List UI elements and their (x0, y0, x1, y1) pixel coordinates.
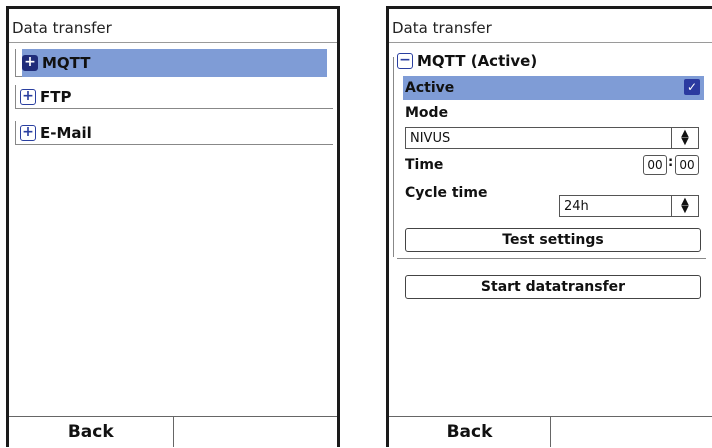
start-datatransfer-button[interactable]: Start datatransfer (405, 275, 701, 299)
active-checkbox[interactable]: ✓ (684, 79, 700, 95)
plus-box-icon[interactable]: + (22, 55, 38, 71)
mode-select[interactable]: NIVUS ▲ ▼ (405, 127, 699, 149)
softkey-right[interactable] (174, 417, 338, 447)
tree-item-label: FTP (40, 88, 72, 106)
tree-item-ftp[interactable]: + FTP (15, 85, 333, 109)
plus-box-icon[interactable]: + (20, 125, 36, 141)
plus-box-icon[interactable]: + (20, 89, 36, 105)
title-divider (389, 42, 712, 43)
mode-row: Mode (403, 101, 704, 125)
back-button[interactable]: Back (9, 417, 174, 447)
updown-arrows-icon[interactable]: ▲ ▼ (671, 128, 698, 148)
title-divider (9, 42, 337, 43)
left-screen: Data transfer + MQTT + FTP + E-Mail Back (6, 6, 340, 447)
mode-label: Mode (405, 105, 449, 121)
tree-item-email[interactable]: + E-Mail (15, 121, 333, 145)
softkey-bar: Back (389, 416, 712, 447)
time-label: Time (405, 157, 444, 173)
tree-item-label: E-Mail (40, 124, 92, 142)
tree-item-label: MQTT (42, 54, 91, 72)
section-label: MQTT (Active) (417, 52, 538, 70)
test-settings-button[interactable]: Test settings (405, 228, 701, 252)
cycle-select[interactable]: 24h ▲ ▼ (559, 195, 699, 217)
time-hours-field[interactable]: 00 (643, 155, 667, 175)
section-bottom-rule (397, 258, 706, 259)
minus-box-icon[interactable]: − (397, 53, 413, 69)
cycle-label: Cycle time (405, 185, 488, 201)
mode-value: NIVUS (410, 130, 451, 146)
time-separator: : (668, 155, 674, 170)
screen-title: Data transfer (12, 19, 112, 37)
tree-item-mqtt[interactable]: + MQTT (15, 49, 327, 77)
active-label: Active (405, 80, 455, 96)
updown-arrows-icon[interactable]: ▲ ▼ (671, 196, 698, 216)
time-minutes-field[interactable]: 00 (675, 155, 699, 175)
tree-connector (393, 57, 394, 257)
section-mqtt-header[interactable]: − MQTT (Active) (397, 49, 537, 73)
active-row[interactable]: Active ✓ (403, 76, 704, 100)
softkey-bar: Back (9, 416, 337, 447)
right-screen: Data transfer − MQTT (Active) Active ✓ M… (386, 6, 712, 447)
cycle-value: 24h (564, 198, 589, 214)
screen-title: Data transfer (392, 19, 492, 37)
softkey-right[interactable] (551, 417, 712, 447)
back-button[interactable]: Back (389, 417, 551, 447)
